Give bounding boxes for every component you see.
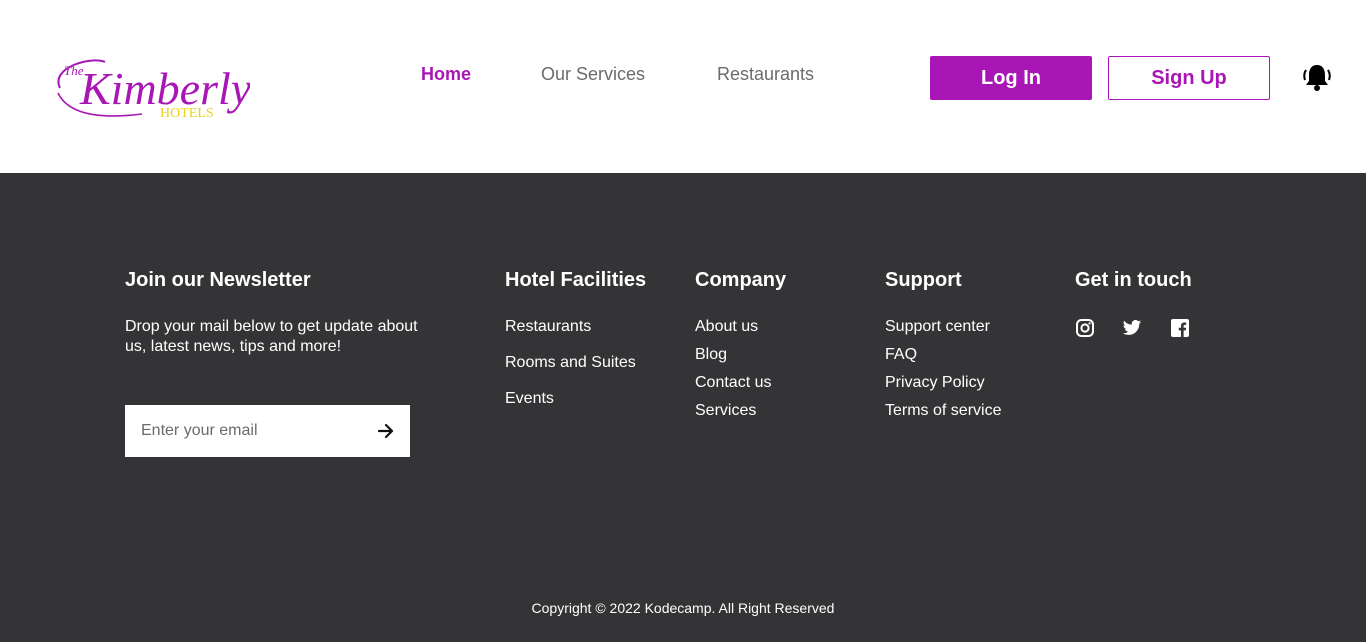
login-button[interactable]: Log In bbox=[930, 56, 1092, 100]
footer-link-faq[interactable]: FAQ bbox=[885, 341, 1001, 369]
footer-link-blog[interactable]: Blog bbox=[695, 341, 771, 369]
twitter-icon[interactable] bbox=[1122, 318, 1142, 338]
nav-item-restaurants[interactable]: Restaurants bbox=[717, 64, 814, 85]
footer-link-privacy-policy[interactable]: Privacy Policy bbox=[885, 369, 1001, 397]
email-input[interactable] bbox=[125, 405, 365, 457]
nav-item-our-services[interactable]: Our Services bbox=[541, 64, 645, 85]
footer-link-rooms-and-suites[interactable]: Rooms and Suites bbox=[505, 345, 636, 381]
footer-link-services[interactable]: Services bbox=[695, 397, 771, 425]
newsletter-form bbox=[125, 405, 410, 457]
facebook-icon[interactable] bbox=[1170, 318, 1190, 338]
newsletter-description: Drop your mail below to get update about… bbox=[125, 318, 418, 355]
site-header: The Kimberly HOTELS Home Our Services Re… bbox=[0, 0, 1366, 173]
bell-icon[interactable] bbox=[1303, 62, 1331, 92]
footer-link-terms-of-service[interactable]: Terms of service bbox=[885, 397, 1001, 425]
copyright-text: Copyright © 2022 Kodecamp. All Right Res… bbox=[531, 600, 835, 616]
nav-item-home[interactable]: Home bbox=[421, 64, 471, 85]
facilities-links: Restaurants Rooms and Suites Events bbox=[505, 309, 636, 417]
signup-button[interactable]: Sign Up bbox=[1108, 56, 1270, 100]
footer-link-support-center[interactable]: Support center bbox=[885, 313, 1001, 341]
footer-link-about-us[interactable]: About us bbox=[695, 313, 771, 341]
kimberly-hotels-logo[interactable]: The Kimberly HOTELS bbox=[50, 48, 250, 123]
footer-link-restaurants[interactable]: Restaurants bbox=[505, 309, 636, 345]
footer-link-events[interactable]: Events bbox=[505, 381, 636, 417]
arrow-right-icon[interactable] bbox=[374, 419, 398, 443]
footer-link-contact-us[interactable]: Contact us bbox=[695, 369, 771, 397]
get-in-touch-title: Get in touch bbox=[1075, 269, 1192, 291]
svg-text:HOTELS: HOTELS bbox=[160, 106, 214, 121]
newsletter-title: Join our Newsletter bbox=[125, 269, 311, 291]
company-title: Company bbox=[695, 269, 787, 291]
instagram-icon[interactable] bbox=[1075, 318, 1095, 338]
support-links: Support center FAQ Privacy Policy Terms … bbox=[885, 313, 1001, 425]
support-title: Support bbox=[885, 269, 962, 291]
facilities-title: Hotel Facilities bbox=[505, 269, 647, 291]
site-footer: Join our Newsletter Drop your mail below… bbox=[0, 173, 1366, 642]
company-links: About us Blog Contact us Services bbox=[695, 313, 771, 425]
